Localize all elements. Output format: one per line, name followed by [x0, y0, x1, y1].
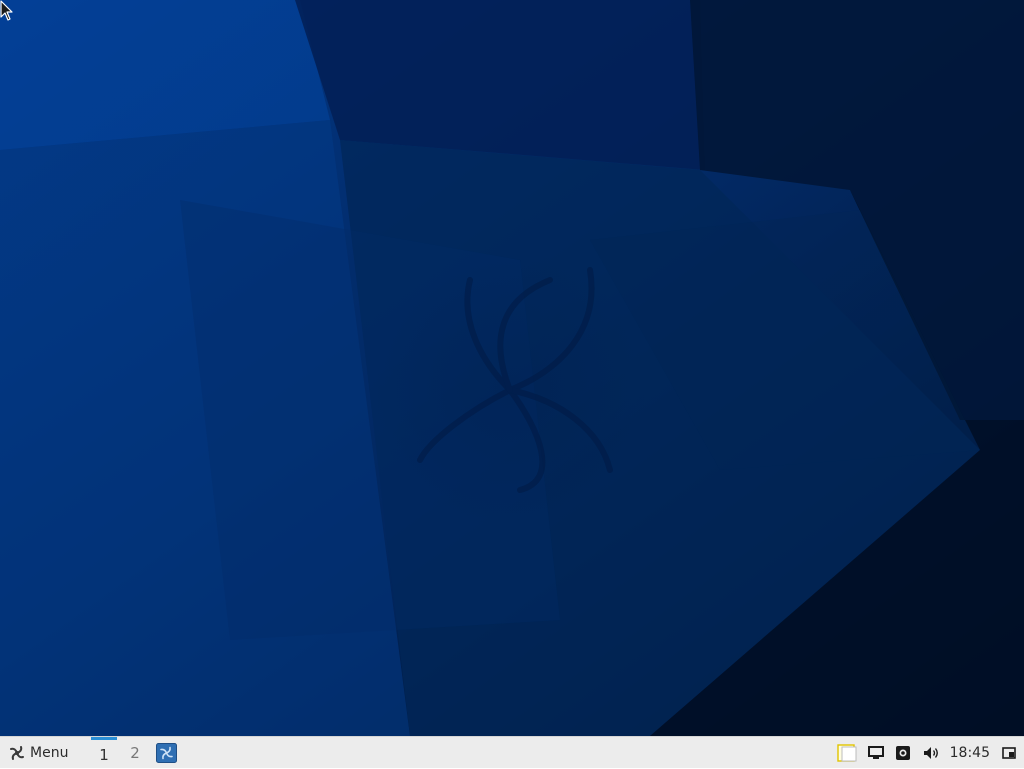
swirl-logo-icon: [10, 746, 24, 760]
workspace-2-button[interactable]: 2: [122, 737, 148, 769]
wallpaper-graphic: [0, 0, 1024, 736]
display-button[interactable]: [864, 737, 888, 769]
mouse-pointer-icon: [0, 0, 13, 21]
show-desktop-icon: [1002, 747, 1016, 759]
workspace-label: 1: [99, 745, 109, 764]
taskbar: Menu 1 2 18:45: [0, 736, 1024, 768]
sticky-notes-icon: [836, 744, 857, 762]
clock[interactable]: 18:45: [950, 745, 990, 761]
menu-label: Menu: [30, 745, 69, 761]
sticky-notes-button[interactable]: [834, 737, 860, 769]
volume-button[interactable]: [918, 737, 944, 769]
display-icon: [867, 746, 884, 759]
screenshot-icon: [895, 746, 910, 760]
system-tray: 18:45: [834, 737, 1024, 769]
workspace-1-button[interactable]: 1: [91, 737, 117, 769]
screenshot-button[interactable]: [888, 737, 918, 769]
workspace-label: 2: [130, 744, 140, 762]
volume-icon: [923, 747, 938, 759]
app-launcher-icon: [156, 743, 177, 763]
show-desktop-button[interactable]: [998, 737, 1020, 769]
app-launcher-button[interactable]: [156, 743, 177, 763]
desktop-wallpaper[interactable]: [0, 0, 1024, 736]
menu-button[interactable]: Menu: [4, 739, 72, 767]
